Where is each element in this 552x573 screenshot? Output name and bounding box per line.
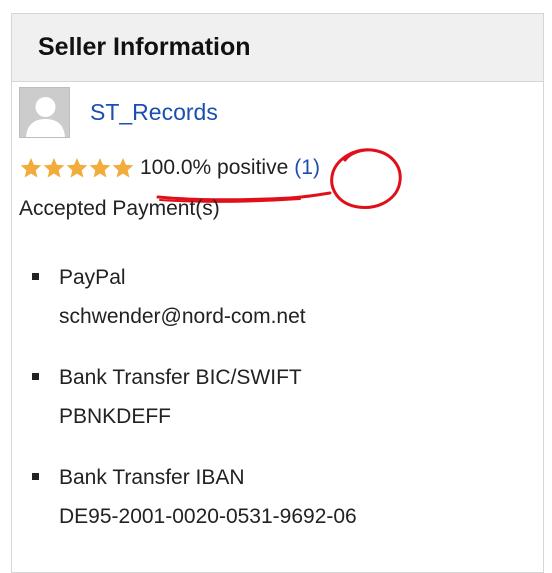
star-icon — [43, 158, 65, 178]
seller-name-link[interactable]: ST_Records — [90, 99, 218, 126]
list-item: PayPal schwender@nord-com.net — [28, 258, 357, 336]
positive-feedback-percent: 100.0% positive — [140, 156, 289, 179]
feedback-count-link[interactable]: (1) — [294, 156, 320, 180]
payment-method-detail: DE95-2001-0020-0531-9692-06 — [59, 505, 357, 528]
list-item: Bank Transfer IBAN DE95-2001-0020-0531-9… — [28, 458, 357, 536]
payment-methods-list: PayPal schwender@nord-com.net Bank Trans… — [28, 258, 357, 558]
avatar[interactable] — [19, 87, 70, 138]
panel-title: Seller Information — [38, 33, 251, 61]
default-user-avatar-icon — [20, 88, 69, 137]
payment-method-detail: PBNKDEFF — [59, 405, 172, 428]
list-item: Bank Transfer BIC/SWIFT PBNKDEFF — [28, 358, 357, 436]
star-icon — [66, 158, 88, 178]
star-icon — [20, 158, 42, 178]
star-icon — [112, 158, 134, 178]
payment-method-name: Bank Transfer BIC/SWIFT — [59, 366, 302, 389]
rating-row: 100.0% positive (1) — [19, 156, 320, 180]
panel-header: Seller Information — [12, 14, 543, 82]
star-rating — [19, 157, 134, 179]
payment-method-detail: schwender@nord-com.net — [59, 305, 306, 328]
bullet-icon — [32, 373, 39, 380]
payment-method-name: Bank Transfer IBAN — [59, 466, 245, 489]
payment-method-name: PayPal — [59, 266, 126, 289]
accepted-payments-label: Accepted Payment(s) — [19, 197, 220, 220]
bullet-icon — [32, 473, 39, 480]
seller-row: ST_Records — [19, 87, 218, 138]
bullet-icon — [32, 273, 39, 280]
star-icon — [89, 158, 111, 178]
